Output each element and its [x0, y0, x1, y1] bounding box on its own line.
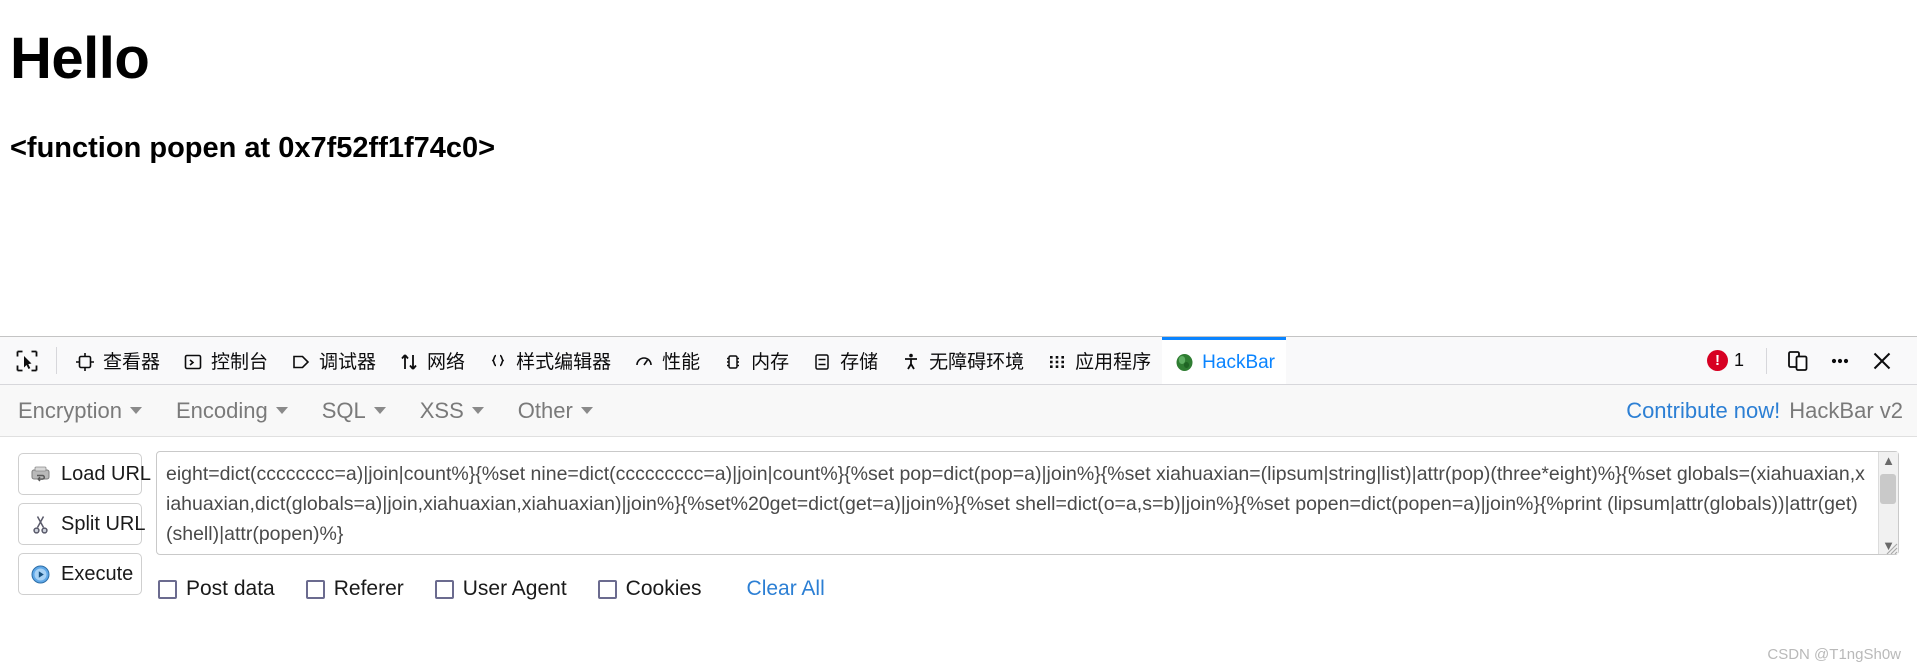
execute-play-icon [29, 563, 51, 585]
devtools-toolbar-right: ! 1 [1695, 337, 1917, 384]
element-picker-icon[interactable] [4, 337, 50, 384]
style-editor-icon [487, 351, 509, 373]
devtools-tab-performance[interactable]: 性能 [622, 337, 711, 384]
error-count: 1 [1733, 350, 1744, 370]
hackbar-input-area: ▲ ▼ Post data Referer [156, 451, 1899, 601]
hackbar-menubar: Encryption Encoding SQL XSS Other Contri… [0, 385, 1917, 437]
devtools-tab-label: 网络 [427, 351, 466, 373]
devtools-tab-style-editor[interactable]: 样式编辑器 [476, 337, 622, 384]
checkbox-referer[interactable]: Referer [305, 577, 404, 601]
chevron-down-icon [580, 407, 593, 414]
application-icon [1046, 351, 1068, 373]
devtools-tab-console[interactable]: 控制台 [171, 337, 279, 384]
hackbar-menu-label: Encoding [175, 397, 268, 423]
devtools-tab-label: 查看器 [103, 351, 161, 373]
url-input[interactable] [157, 452, 1878, 554]
hackbar-menu-encryption[interactable]: Encryption [18, 398, 142, 424]
devtools-tab-label: 存储 [840, 351, 879, 373]
devtools-tab-label: 控制台 [211, 351, 269, 373]
inspector-icon [74, 351, 96, 373]
devtools-tab-label: 样式编辑器 [516, 351, 612, 373]
chevron-down-icon [373, 407, 386, 414]
chevron-down-icon [129, 407, 142, 414]
devtools-tab-label: HackBar [1202, 351, 1276, 373]
network-icon [398, 351, 420, 373]
hackbar-version-label: HackBar v2 [1789, 397, 1903, 423]
textarea-resize-handle[interactable] [1882, 539, 1898, 555]
memory-icon [722, 351, 744, 373]
checkbox-label: User Agent [462, 577, 567, 600]
devtools-tab-network[interactable]: 网络 [387, 337, 476, 384]
checkbox-cookies[interactable]: Cookies [597, 577, 702, 601]
close-icon[interactable] [1861, 340, 1903, 382]
hackbar-menu-label: Encryption [18, 397, 122, 423]
url-textarea-container: ▲ ▼ [156, 451, 1899, 555]
page-title: Hello [10, 26, 150, 91]
hackbar-menu-label: Other [517, 397, 573, 423]
split-url-scissors-icon [29, 513, 51, 535]
hackbar-action-buttons: Load URL Split URL Execute [18, 451, 151, 601]
scrollbar-thumb[interactable] [1880, 474, 1896, 504]
hackbar-options-row: Post data Referer User Agent Cookies Cle… [156, 577, 1899, 601]
load-url-label: Load URL [61, 462, 152, 485]
performance-icon [633, 351, 655, 373]
devtools-panel: 查看器 控制台 调试器 网络 样式编辑器 性能 内存 存储 无障碍环境 应用程序… [0, 336, 1917, 671]
checkbox-user-agent[interactable]: User Agent [434, 577, 567, 601]
devtools-tab-label: 内存 [751, 351, 790, 373]
scroll-up-arrow-icon[interactable]: ▲ [1882, 454, 1895, 467]
clear-all-link[interactable]: Clear All [747, 577, 825, 601]
load-url-icon [29, 463, 51, 485]
storage-icon [811, 351, 833, 373]
hackbar-menu-sql[interactable]: SQL [322, 398, 386, 424]
load-url-button[interactable]: Load URL [18, 453, 151, 495]
rendered-page-content: Hello <function popen at 0x7f52ff1f74c0> [0, 0, 1917, 336]
contribute-link[interactable]: Contribute now! [1626, 398, 1780, 424]
meatball-menu-icon[interactable] [1819, 340, 1861, 382]
checkbox-box-icon[interactable] [434, 579, 454, 599]
devtools-tab-debugger[interactable]: 调试器 [279, 337, 387, 384]
hackbar-menu-other[interactable]: Other [518, 398, 593, 424]
page-subtitle: <function popen at 0x7f52ff1f74c0> [10, 131, 496, 164]
devtools-tab-label: 无障碍环境 [929, 351, 1025, 373]
hackbar-menu-encoding[interactable]: Encoding [176, 398, 288, 424]
error-icon: ! [1706, 350, 1728, 371]
execute-label: Execute [61, 562, 134, 585]
checkbox-label: Post data [186, 577, 275, 600]
devtools-tab-label: 性能 [662, 351, 701, 373]
devtools-tab-label: 调试器 [319, 351, 377, 373]
devtools-tab-storage[interactable]: 存储 [800, 337, 889, 384]
devtools-tab-label: 应用程序 [1075, 351, 1152, 373]
checkbox-post-data[interactable]: Post data [158, 577, 275, 601]
devtools-tab-inspector[interactable]: 查看器 [63, 337, 171, 384]
checkbox-label: Cookies [625, 577, 702, 600]
watermark-text: CSDN @T1ngSh0w [1767, 646, 1901, 663]
chevron-down-icon [275, 407, 288, 414]
checkbox-label: Referer [333, 577, 404, 600]
toolbar-divider [1766, 347, 1767, 374]
error-badge[interactable]: ! 1 [1695, 350, 1756, 371]
checkbox-box-icon[interactable] [597, 579, 617, 599]
console-icon [182, 351, 204, 373]
devtools-tab-application[interactable]: 应用程序 [1035, 337, 1162, 384]
hackbar-body: Load URL Split URL Execute eight=dict(cc… [0, 437, 1917, 601]
split-url-label: Split URL [61, 512, 146, 535]
split-url-button[interactable]: Split URL [18, 503, 146, 545]
devtools-tab-memory[interactable]: 内存 [711, 337, 800, 384]
devtools-tab-accessibility[interactable]: 无障碍环境 [889, 337, 1035, 384]
devtools-tabbar-spacer [1286, 337, 1695, 384]
accessibility-icon [900, 351, 922, 373]
hackbar-menu-label: XSS [419, 397, 464, 423]
debugger-icon [290, 351, 312, 373]
devtools-tab-hackbar[interactable]: HackBar [1162, 337, 1287, 384]
hackbar-menu-xss[interactable]: XSS [420, 398, 484, 424]
hackbar-menu-label: SQL [321, 397, 366, 423]
checkbox-box-icon[interactable] [158, 579, 177, 599]
hackbar-icon [1173, 351, 1195, 373]
checkbox-box-icon[interactable] [305, 579, 325, 599]
devtools-tabbar: 查看器 控制台 调试器 网络 样式编辑器 性能 内存 存储 无障碍环境 应用程序… [0, 337, 1917, 385]
execute-button[interactable]: Execute [18, 553, 142, 595]
devtools-divider [56, 347, 57, 374]
responsive-design-mode-icon[interactable] [1777, 340, 1819, 382]
chevron-down-icon [471, 407, 484, 414]
